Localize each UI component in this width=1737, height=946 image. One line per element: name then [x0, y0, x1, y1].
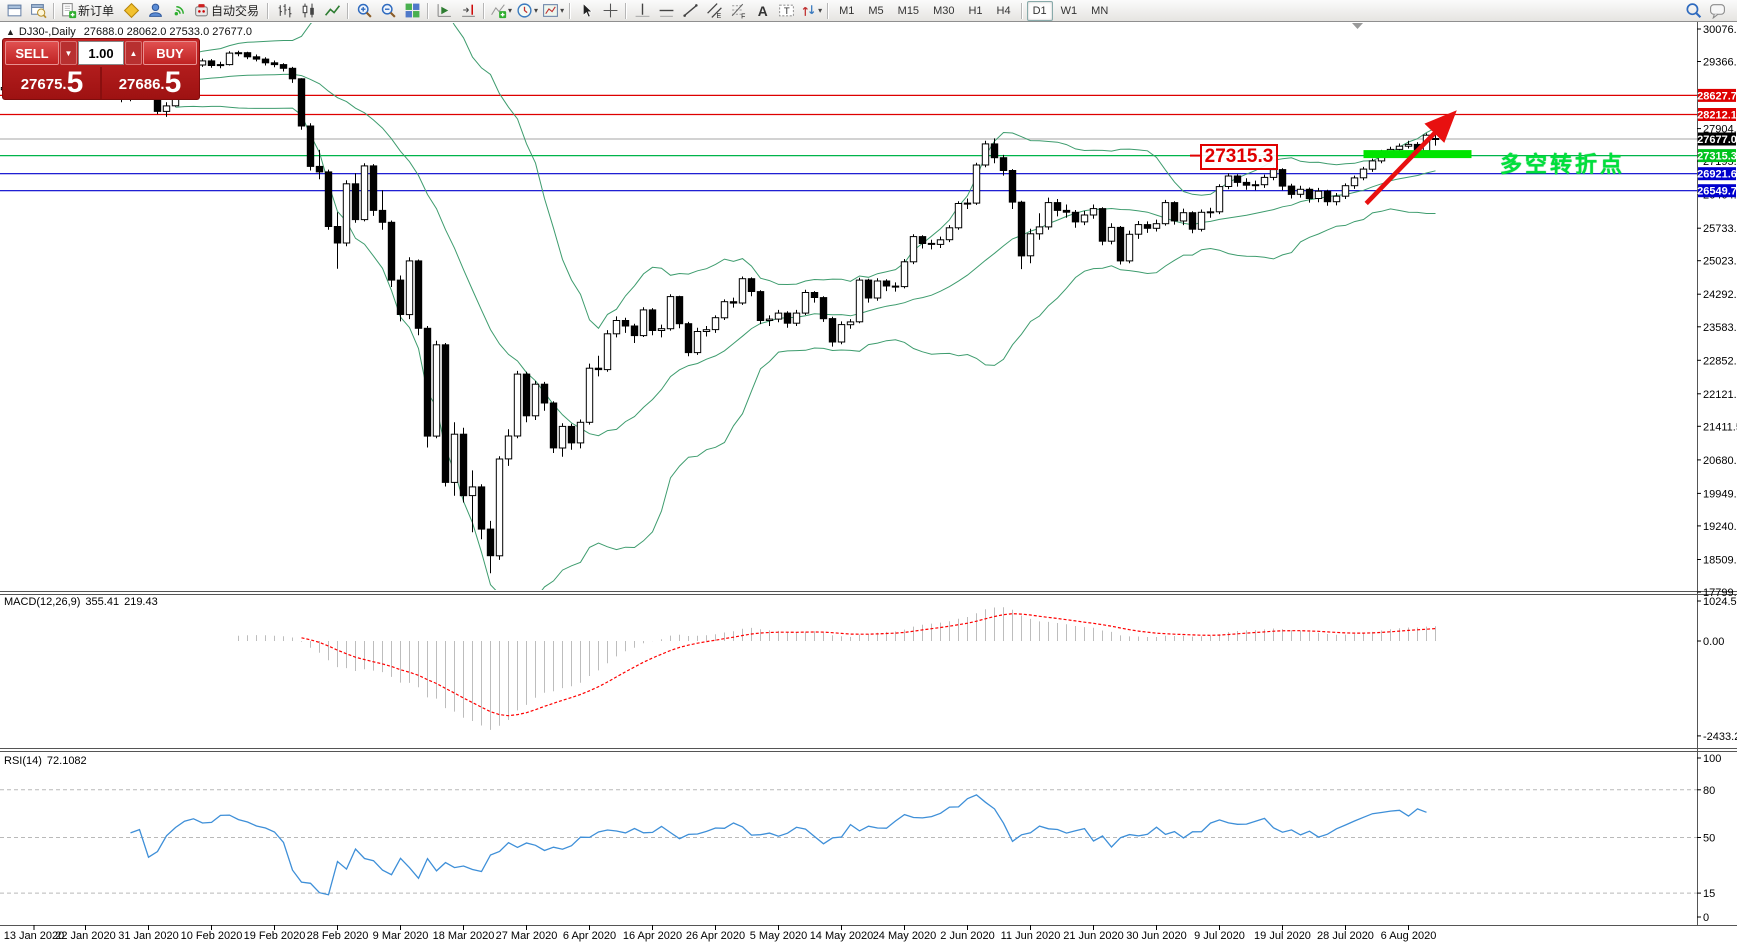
svg-text:22 Jan 2020: 22 Jan 2020: [55, 930, 116, 942]
svg-text:19240.0: 19240.0: [1703, 521, 1737, 533]
svg-text:22121.0: 22121.0: [1703, 389, 1737, 401]
rsi-indicator-label: RSI(14) 72.1082: [4, 755, 92, 767]
volume-decrease-button[interactable]: ▼: [60, 41, 77, 65]
svg-text:0: 0: [1703, 912, 1709, 924]
svg-text:28627.7: 28627.7: [1697, 90, 1737, 102]
svg-text:31 Jan 2020: 31 Jan 2020: [118, 930, 179, 942]
svg-text:2 Jun 2020: 2 Jun 2020: [940, 930, 994, 942]
svg-text:20680.5: 20680.5: [1703, 455, 1737, 467]
buy-price[interactable]: 27686.5: [103, 67, 197, 99]
price-callout-box[interactable]: 27315.3: [1200, 144, 1278, 170]
level-lines[interactable]: [0, 95, 1697, 190]
svg-text:80: 80: [1703, 785, 1715, 797]
chart-title-line: ▲ DJ30-,Daily 27688.0 28062.0 27533.0 2767…: [6, 26, 252, 38]
chart-shift-marker: [1352, 23, 1363, 29]
rsi-value: 72.1082: [47, 755, 87, 767]
svg-text:18509.0: 18509.0: [1703, 555, 1737, 567]
svg-text:28 Feb 2020: 28 Feb 2020: [307, 930, 369, 942]
volume-input[interactable]: [78, 41, 124, 65]
sell-price-pip: 5: [67, 68, 84, 98]
price-tag: 27677.0: [1697, 133, 1737, 147]
price-tag: 26921.6: [1697, 167, 1737, 181]
svg-text:28212.1: 28212.1: [1697, 110, 1737, 122]
candles: [1, 51, 1438, 573]
svg-text:27315.3: 27315.3: [1697, 151, 1737, 163]
drawn-objects[interactable]: [1190, 23, 1472, 204]
svg-text:28 Jul 2020: 28 Jul 2020: [1317, 930, 1374, 942]
svg-text:18 Mar 2020: 18 Mar 2020: [433, 930, 495, 942]
macd-name: MACD(12,26,9): [4, 596, 80, 608]
bull-bear-turning-point-label[interactable]: 多空转折点: [1500, 147, 1625, 179]
svg-text:16 Apr 2020: 16 Apr 2020: [623, 930, 682, 942]
svg-text:10 Feb 2020: 10 Feb 2020: [181, 930, 243, 942]
svg-text:21 Jun 2020: 21 Jun 2020: [1063, 930, 1124, 942]
panel-collapse-arrow[interactable]: ▲: [6, 27, 15, 37]
svg-text:24292.5: 24292.5: [1703, 289, 1737, 301]
macd-signal-value: 219.43: [124, 596, 158, 608]
svg-text:-2433.25: -2433.25: [1703, 731, 1737, 743]
sell-button[interactable]: SELL: [5, 41, 59, 65]
time-axis[interactable]: 13 Jan 202022 Jan 202031 Jan 202010 Feb …: [4, 925, 1437, 942]
volume-increase-button[interactable]: ▲: [125, 41, 142, 65]
macd-main-value: 355.41: [85, 596, 119, 608]
svg-text:22852.0: 22852.0: [1703, 355, 1737, 367]
panel-separator-macd-rsi[interactable]: [0, 749, 1737, 752]
svg-text:25023.5: 25023.5: [1703, 256, 1737, 268]
price-chart-svg[interactable]: 30076.029366.527904.527195.026464.025733…: [0, 0, 1737, 946]
price-tag: 27315.3: [1697, 149, 1737, 163]
svg-text:24 May 2020: 24 May 2020: [873, 930, 937, 942]
svg-text:26921.6: 26921.6: [1697, 169, 1737, 181]
macd-indicator-label: MACD(12,26,9) 355.41 219.43: [4, 596, 163, 608]
svg-text:27 Mar 2020: 27 Mar 2020: [496, 930, 558, 942]
svg-text:23583.0: 23583.0: [1703, 322, 1737, 334]
svg-text:0.00: 0.00: [1703, 636, 1724, 648]
price-tag: 28627.7: [1697, 89, 1737, 103]
svg-text:6 Aug 2020: 6 Aug 2020: [1381, 930, 1437, 942]
svg-text:50: 50: [1703, 833, 1715, 845]
price-axis[interactable]: 30076.029366.527904.527195.026464.025733…: [1697, 24, 1737, 924]
price-tag: 26549.7: [1697, 184, 1737, 198]
macd-plot: [239, 607, 1436, 730]
svg-text:100: 100: [1703, 753, 1721, 765]
price-tag: 28212.1: [1697, 108, 1737, 122]
rsi-name: RSI(14): [4, 755, 42, 767]
rsi-plot: [0, 790, 1697, 895]
svg-text:6 Apr 2020: 6 Apr 2020: [563, 930, 616, 942]
svg-text:19 Jul 2020: 19 Jul 2020: [1254, 930, 1311, 942]
buy-button[interactable]: BUY: [143, 41, 197, 65]
svg-text:30 Jun 2020: 30 Jun 2020: [1126, 930, 1187, 942]
svg-text:9 Mar 2020: 9 Mar 2020: [373, 930, 429, 942]
price-divider: [100, 67, 102, 99]
one-click-trading-panel: SELL ▼ ▲ BUY 27675.5 27686.5: [2, 38, 200, 100]
buy-price-main: 27686: [119, 72, 161, 98]
sell-price-main: 27675: [21, 72, 63, 98]
svg-text:25733.0: 25733.0: [1703, 223, 1737, 235]
svg-text:11 Jun 2020: 11 Jun 2020: [1001, 930, 1061, 942]
svg-text:27677.0: 27677.0: [1697, 134, 1737, 146]
panel-separator-main-macd[interactable]: [0, 592, 1737, 595]
svg-text:21411.5: 21411.5: [1703, 421, 1737, 433]
svg-text:26 Apr 2020: 26 Apr 2020: [686, 930, 745, 942]
svg-text:26549.7: 26549.7: [1697, 186, 1737, 198]
buy-price-pip: 5: [165, 68, 182, 98]
svg-text:15: 15: [1703, 888, 1715, 900]
svg-text:29366.5: 29366.5: [1703, 57, 1737, 69]
symbol-period-label: DJ30-,Daily: [19, 26, 76, 38]
svg-text:30076.0: 30076.0: [1703, 24, 1737, 36]
sell-price[interactable]: 27675.5: [5, 67, 99, 99]
svg-text:9 Jul 2020: 9 Jul 2020: [1194, 930, 1245, 942]
svg-text:1024.52: 1024.52: [1703, 596, 1737, 608]
svg-text:14 May 2020: 14 May 2020: [810, 930, 874, 942]
svg-text:19 Feb 2020: 19 Feb 2020: [244, 930, 306, 942]
ohlc-values: 27688.0 28062.0 27533.0 27677.0: [84, 26, 252, 38]
svg-text:5 May 2020: 5 May 2020: [750, 930, 807, 942]
trading-platform-window: 新订单自动交易▾▾▾EFAT▾M1M5M15M30H1H4D1W1MN 3007…: [0, 0, 1737, 946]
svg-text:19949.5: 19949.5: [1703, 488, 1737, 500]
